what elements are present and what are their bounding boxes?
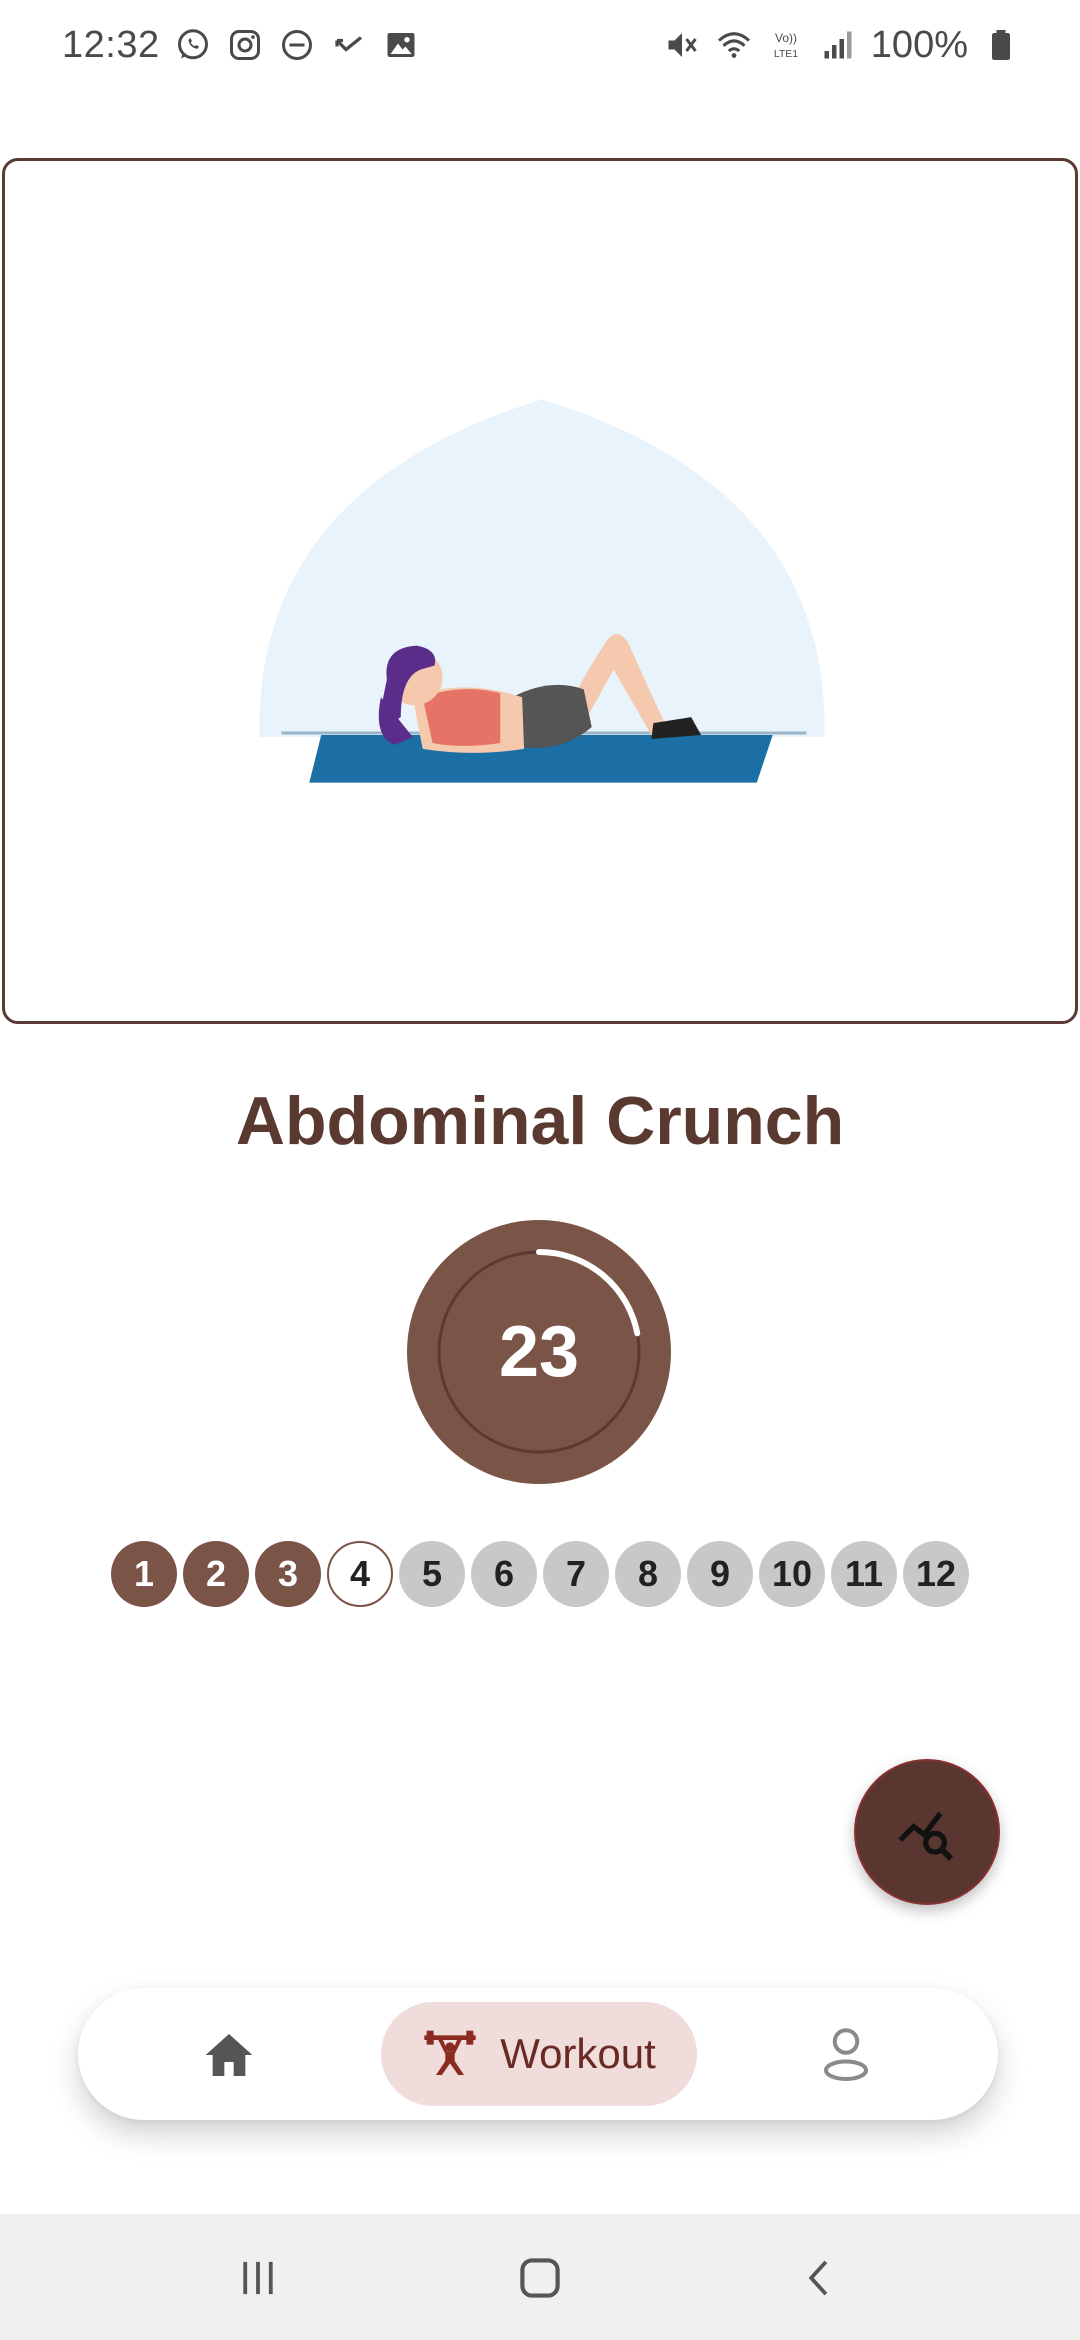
mute-icon <box>663 26 701 64</box>
do-not-disturb-icon <box>278 26 316 64</box>
back-chevron-icon <box>808 2260 828 2296</box>
gallery-icon <box>382 26 420 64</box>
timer-value: 23 <box>498 1312 580 1392</box>
set-indicator-3: 3 <box>255 1541 321 1607</box>
status-time: 12:32 <box>62 23 160 66</box>
system-navigation-bar <box>0 2214 1080 2340</box>
set-indicator-9: 9 <box>687 1541 753 1607</box>
exercise-image-card <box>2 158 1078 1024</box>
set-indicator-5: 5 <box>399 1541 465 1607</box>
set-indicator-11: 11 <box>831 1541 897 1607</box>
countdown-timer: 23 <box>407 1220 671 1484</box>
recent-apps-button[interactable] <box>228 2250 288 2306</box>
chart-search-icon <box>898 1811 954 1861</box>
set-indicator-1: 1 <box>111 1541 177 1607</box>
nav-workout[interactable]: Workout <box>381 2002 697 2106</box>
chart-search-button[interactable] <box>854 1759 1000 1905</box>
status-bar: 12:32 Vo)) LTE1 100% <box>0 0 1080 90</box>
nav-home[interactable] <box>198 2024 260 2086</box>
bottom-navigation: Workout <box>78 1988 998 2120</box>
whatsapp-icon <box>174 26 212 64</box>
set-progress-indicators: 1 2 3 4 5 6 7 8 9 10 11 12 <box>0 1541 1080 1607</box>
status-right: Vo)) LTE1 100% <box>663 24 1020 67</box>
profile-icon <box>824 2028 868 2081</box>
nav-profile[interactable] <box>814 2022 878 2086</box>
instagram-icon <box>226 26 264 64</box>
set-indicator-12: 12 <box>903 1541 969 1607</box>
back-button[interactable] <box>790 2250 850 2306</box>
set-indicator-4: 4 <box>327 1541 393 1607</box>
battery-percent: 100% <box>870 23 968 66</box>
nav-workout-label: Workout <box>500 2030 656 2077</box>
set-indicator-2: 2 <box>183 1541 249 1607</box>
svg-text:LTE1: LTE1 <box>774 48 798 60</box>
set-indicator-8: 8 <box>615 1541 681 1607</box>
set-indicator-10: 10 <box>759 1541 825 1607</box>
svg-text:Vo)): Vo)) <box>775 31 797 45</box>
weightlifter-icon <box>424 2030 476 2075</box>
volte-icon: Vo)) LTE1 <box>767 26 805 64</box>
wifi-icon <box>715 26 753 64</box>
battery-icon <box>982 26 1020 64</box>
set-indicator-6: 6 <box>471 1541 537 1607</box>
home-system-button[interactable] <box>510 2250 570 2306</box>
recent-apps-icon <box>243 2261 273 2295</box>
home-square-icon <box>520 2258 560 2298</box>
status-left: 12:32 <box>62 24 420 67</box>
missed-call-icon <box>330 26 368 64</box>
set-indicator-7: 7 <box>543 1541 609 1607</box>
woman-doing-crunch-illustration <box>259 399 825 783</box>
home-icon <box>205 2034 253 2076</box>
exercise-title: Abdominal Crunch <box>235 1083 845 1159</box>
signal-icon <box>819 26 857 64</box>
